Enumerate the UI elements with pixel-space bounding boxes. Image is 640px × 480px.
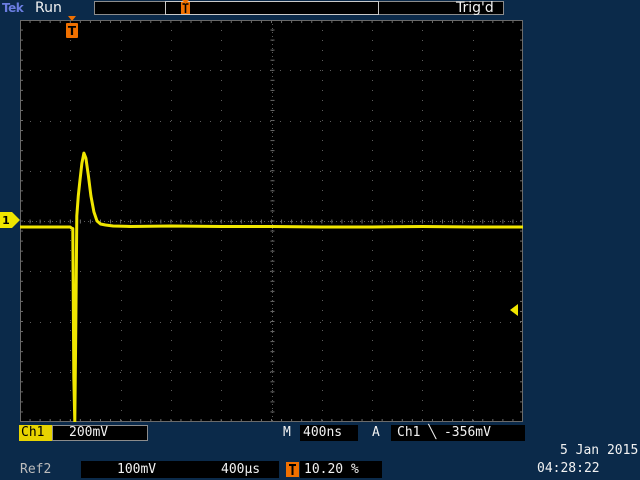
trace-point — [73, 376, 75, 378]
trace-point — [170, 225, 172, 227]
trace-point — [129, 225, 132, 228]
trace-point — [87, 175, 90, 177]
waveform-display[interactable] — [20, 20, 523, 422]
trigger-readout[interactable]: Ch1 ╲ -356mV — [391, 425, 525, 441]
trace-point — [270, 225, 273, 228]
ref-label[interactable]: Ref2 — [20, 462, 51, 478]
trace-point — [471, 226, 474, 228]
trigger-position-icon — [286, 462, 299, 477]
date-readout: 5 Jan 2015 — [560, 443, 639, 458]
display-window-bracket — [165, 1, 379, 15]
ref-readout[interactable]: 100mV 400µs — [81, 461, 279, 478]
brand-logo: Tek — [2, 1, 24, 15]
trace-point — [96, 220, 98, 222]
trigger-status: Trig'd — [456, 0, 494, 16]
ch1-waveform-svg — [20, 151, 523, 422]
trace-point — [112, 225, 114, 227]
status-bar: Tek Run Trig'd — [0, 0, 640, 18]
trigger-level-arrow[interactable] — [510, 304, 520, 316]
ch1-trace — [20, 151, 523, 422]
trace-point — [79, 180, 81, 182]
trace-point — [77, 195, 80, 197]
time-readout: 04:28:22 — [537, 461, 600, 476]
trace-point — [99, 223, 102, 225]
trigger-marker-letter: T — [68, 24, 77, 38]
ref-volts: 100mV — [117, 462, 157, 477]
ref-time: 400µs — [221, 462, 261, 477]
trace-point — [85, 157, 87, 159]
trigger-level: -356mV — [443, 425, 491, 440]
trigger-position-marker[interactable]: T — [65, 16, 79, 42]
trace-point — [75, 325, 77, 328]
ch1-marker-label: 1 — [2, 214, 10, 227]
trace-point — [90, 195, 92, 197]
ch1-tag[interactable]: Ch1 — [19, 425, 52, 441]
record-trigger-icon — [181, 0, 190, 14]
trace-point — [421, 225, 424, 228]
trace-point — [83, 152, 85, 154]
trace-point — [76, 215, 78, 217]
trace-point — [72, 227, 74, 230]
trigger-source: Ch1 — [397, 425, 421, 440]
trace-point — [321, 226, 323, 228]
falling-edge-icon: ╲ — [428, 425, 437, 440]
trace-point — [371, 226, 373, 228]
trace-point — [70, 227, 73, 229]
ch1-vertical-scale[interactable]: 200mV — [52, 425, 148, 441]
horizontal-position-value[interactable]: 10.20 % — [300, 461, 382, 478]
timebase-label: M — [283, 425, 291, 440]
trace-point — [93, 211, 95, 213]
ch1-ground-marker[interactable]: 1 — [0, 212, 20, 228]
trigger-mode-label: A — [372, 425, 380, 440]
timebase-value[interactable]: 400ns — [300, 425, 358, 441]
trace-point — [220, 225, 222, 228]
trace-point — [81, 162, 83, 164]
trace-point — [104, 224, 107, 226]
acquisition-state: Run — [35, 0, 62, 16]
